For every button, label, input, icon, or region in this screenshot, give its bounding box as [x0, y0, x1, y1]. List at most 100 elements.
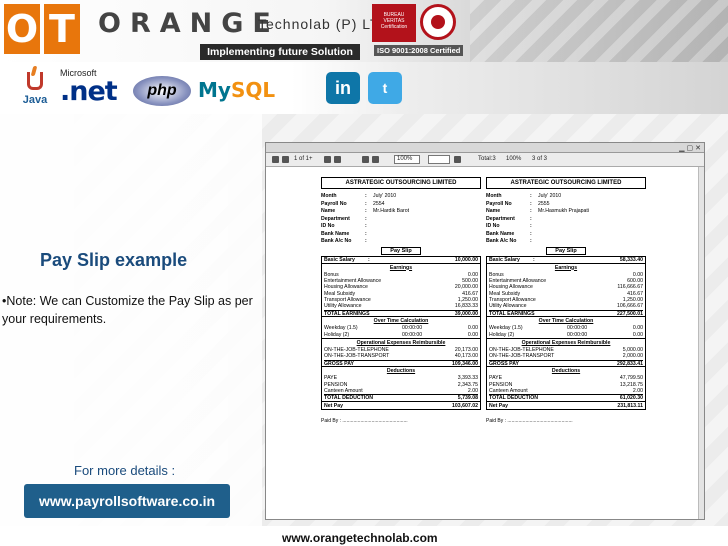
paid-by-line: Paid By : ..............................…	[321, 417, 408, 424]
gross-pay-value: 109,346.00	[452, 360, 478, 367]
info-row: Month: July' 2010	[486, 193, 646, 201]
search-icon[interactable]	[454, 156, 461, 163]
info-colon: :	[365, 230, 367, 237]
footer-website-link[interactable]: www.orangetechnolab.com	[282, 531, 438, 545]
info-colon: :	[365, 200, 367, 207]
reimbursement-row: ON-THE-JOB-TRANSPORT 2,000.00	[489, 353, 643, 359]
linkedin-icon[interactable]: in	[326, 72, 360, 104]
reimbursement-section: Operational Expenses Reimbursible ON-THE-…	[486, 339, 646, 368]
info-row: Payroll No:2554	[321, 201, 481, 209]
iso-seal-icon	[420, 4, 456, 40]
payslip: ASTRATEGIC OUTSOURCING LIMITED Month: July…	[321, 177, 481, 424]
last-page-icon[interactable]	[334, 156, 341, 163]
info-key: Name	[486, 208, 501, 214]
brand-subtitle: Technolab (P) LTD	[258, 16, 391, 32]
info-row: ID No:	[321, 223, 481, 231]
twitter-icon[interactable]: t	[368, 72, 402, 104]
info-colon: :	[530, 223, 532, 229]
total-earnings-label: TOTAL EARNINGS	[324, 310, 370, 317]
info-colon: :	[365, 238, 367, 244]
info-value	[538, 223, 646, 231]
viewer-toolbar: 1 of 1+ 100% Total:3 100% 3 of 3	[266, 153, 704, 167]
company-name: ASTRATEGIC OUTSOURCING LIMITED	[321, 177, 481, 189]
page-count-label: 3 of 3	[532, 156, 548, 162]
info-colon: :	[530, 193, 532, 199]
deduction-label: Canteen Amount	[489, 387, 528, 394]
total-earnings-label: TOTAL EARNINGS	[489, 310, 535, 317]
overtime-section: Over Time Calculation Weekday (1.5) 00:00:…	[321, 317, 481, 340]
bureau-veritas-badge: BUREAU VERITAS Certification	[372, 4, 416, 42]
info-row: Bank A/c No:	[486, 238, 646, 246]
print-icon[interactable]	[362, 156, 369, 163]
info-colon: :	[530, 208, 532, 214]
overtime-hours: 00:00:00	[567, 331, 588, 338]
info-value: July' 2010	[373, 193, 397, 199]
info-key: Bank Name	[486, 230, 515, 237]
reimbursement-section: Operational Expenses Reimbursible ON-THE-…	[321, 339, 481, 368]
info-value	[373, 231, 481, 239]
overtime-hours: 00:00:00	[402, 331, 423, 338]
earnings-section: Earnings Bonus 0.00 Entertainment Allowance…	[321, 263, 481, 318]
window-controls-icon[interactable]: ▁▢✕	[679, 144, 703, 152]
report-viewer-screenshot: ▁▢✕ 1 of 1+ 100% Total:3 100% 3 of 3 AST…	[265, 142, 705, 520]
total-earnings-row: TOTAL EARNINGS 227,500.01	[489, 309, 643, 317]
overtime-row: Holiday (2) 00:00:00 0.00	[324, 332, 478, 338]
total-deduction-value: 5,739.08	[457, 395, 478, 402]
java-logo: Java	[20, 66, 50, 110]
info-value	[373, 238, 481, 246]
info-key: Month	[486, 193, 502, 199]
customization-note: •Note: We can Customize the Pay Slip as …	[2, 294, 253, 326]
info-value	[538, 231, 646, 239]
info-row: Department:	[321, 216, 481, 224]
prev-page-icon[interactable]	[282, 156, 289, 163]
info-value: 2555	[538, 200, 550, 207]
search-input[interactable]	[428, 155, 450, 164]
technology-logos-row: Java Microsoft .net php MySQL in t	[0, 62, 728, 114]
info-colon: :	[530, 238, 532, 244]
window-titlebar: ▁▢✕	[266, 143, 704, 153]
deduction-value: 2.00	[632, 387, 643, 394]
payslip: ASTRATEGIC OUTSOURCING LIMITED Month: July…	[486, 177, 646, 424]
info-colon: :	[365, 208, 367, 214]
deduction-row: Canteen Amount 2.00	[489, 388, 643, 394]
zoom-select[interactable]: 100%	[394, 155, 420, 164]
report-page: ASTRATEGIC OUTSOURCING LIMITED Month: July…	[274, 171, 698, 517]
next-page-icon[interactable]	[324, 156, 331, 163]
info-colon: :	[365, 193, 367, 199]
info-value	[538, 238, 646, 246]
info-row: Department:	[486, 216, 646, 224]
basic-salary-label: Basic Salary	[489, 256, 520, 263]
earning-row: Utility Allowance 106,666.67	[489, 303, 643, 309]
overtime-row: Holiday (2) 00:00:00 0.00	[489, 332, 643, 338]
overtime-heading: Over Time Calculation	[373, 318, 429, 325]
earnings-heading: Earnings	[554, 264, 578, 271]
basic-colon: :	[533, 256, 535, 263]
info-row: Name: Mr.Hasmukh Prajapati	[486, 208, 646, 216]
deductions-heading: Deductions	[551, 368, 581, 375]
first-page-icon[interactable]	[272, 156, 279, 163]
mysql-my-label: My	[198, 78, 231, 102]
reimbursement-value: 2,000.00	[622, 353, 643, 360]
deduction-value: 2.00	[467, 387, 478, 394]
vertical-scrollbar[interactable]	[698, 167, 704, 519]
overtime-value: 0.00	[467, 331, 478, 338]
net-pay-value: 103,607.02	[452, 402, 478, 409]
net-pay-value: 231,813.11	[617, 402, 643, 409]
earnings-section: Earnings Bonus 0.00 Entertainment Allowance…	[486, 263, 646, 318]
info-value: Mr.Hardik Barot	[373, 208, 410, 214]
info-key: Month	[321, 193, 337, 199]
info-colon: :	[365, 215, 367, 222]
info-value	[373, 223, 481, 231]
logo-letter-o: O	[4, 4, 40, 54]
total-deduction-row: TOTAL DEDUCTION 61,020.30	[489, 394, 643, 401]
earning-label: Utility Allowance	[489, 303, 527, 310]
info-colon: :	[530, 215, 532, 222]
more-details-label: For more details :	[74, 463, 176, 478]
net-pay-row: Net Pay 231,813.11	[486, 401, 646, 410]
percent-label: 100%	[506, 156, 522, 162]
export-icon[interactable]	[372, 156, 379, 163]
info-colon: :	[530, 230, 532, 237]
slide: O T ORANGE Technolab (P) LTD Implementin…	[0, 0, 728, 546]
net-pay-label: Net Pay	[324, 402, 344, 409]
payroll-website-button[interactable]: www.payrollsoftware.co.in	[24, 484, 230, 518]
